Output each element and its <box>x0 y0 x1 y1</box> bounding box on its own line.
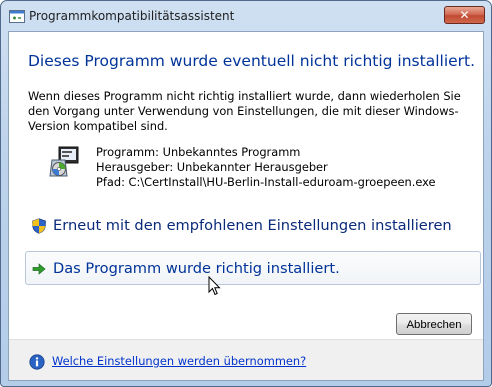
green-arrow-icon <box>32 263 46 275</box>
title-bar[interactable]: Programmkompatibilitätsassistent ✕ <box>1 1 491 31</box>
reinstall-recommended-button[interactable]: Erneut mit den empfohlenen Einstellungen… <box>25 210 481 242</box>
installed-correctly-button[interactable]: Das Programm wurde richtig installiert. <box>25 251 481 285</box>
footer: Welche Einstellungen werden übernommen? <box>9 339 483 380</box>
headline: Dieses Programm wurde eventuell nicht ri… <box>28 52 476 70</box>
window-title: Programmkompatibilitätsassistent <box>29 9 235 23</box>
cancel-button[interactable]: Abbrechen <box>396 313 472 335</box>
description-text: Wenn dieses Programm nicht richtig insta… <box>28 89 461 133</box>
program-name: Programm: Unbekanntes Programm <box>96 145 301 159</box>
info-icon <box>29 354 45 370</box>
close-button[interactable]: ✕ <box>444 6 485 24</box>
close-icon: ✕ <box>459 8 470 22</box>
shield-icon <box>32 218 46 234</box>
program-details: Programm: Unbekanntes Programm Herausgeb… <box>96 145 436 190</box>
dialog-content: Dieses Programm wurde eventuell nicht ri… <box>8 31 484 381</box>
app-icon <box>9 10 25 23</box>
program-path: Pfad: C:\CertInstall\HU-Berlin-Install-e… <box>96 175 436 189</box>
installer-icon <box>49 146 79 177</box>
compatibility-assistant-window: Programmkompatibilitätsassistent ✕ Diese… <box>0 0 492 387</box>
settings-info-link[interactable]: Welche Einstellungen werden übernommen? <box>52 354 306 368</box>
mouse-cursor-icon <box>208 276 221 296</box>
reinstall-recommended-label: Erneut mit den empfohlenen Einstellungen… <box>53 217 452 234</box>
program-publisher: Herausgeber: Unbekannter Herausgeber <box>96 160 328 174</box>
installed-correctly-label: Das Programm wurde richtig installiert. <box>53 260 340 277</box>
